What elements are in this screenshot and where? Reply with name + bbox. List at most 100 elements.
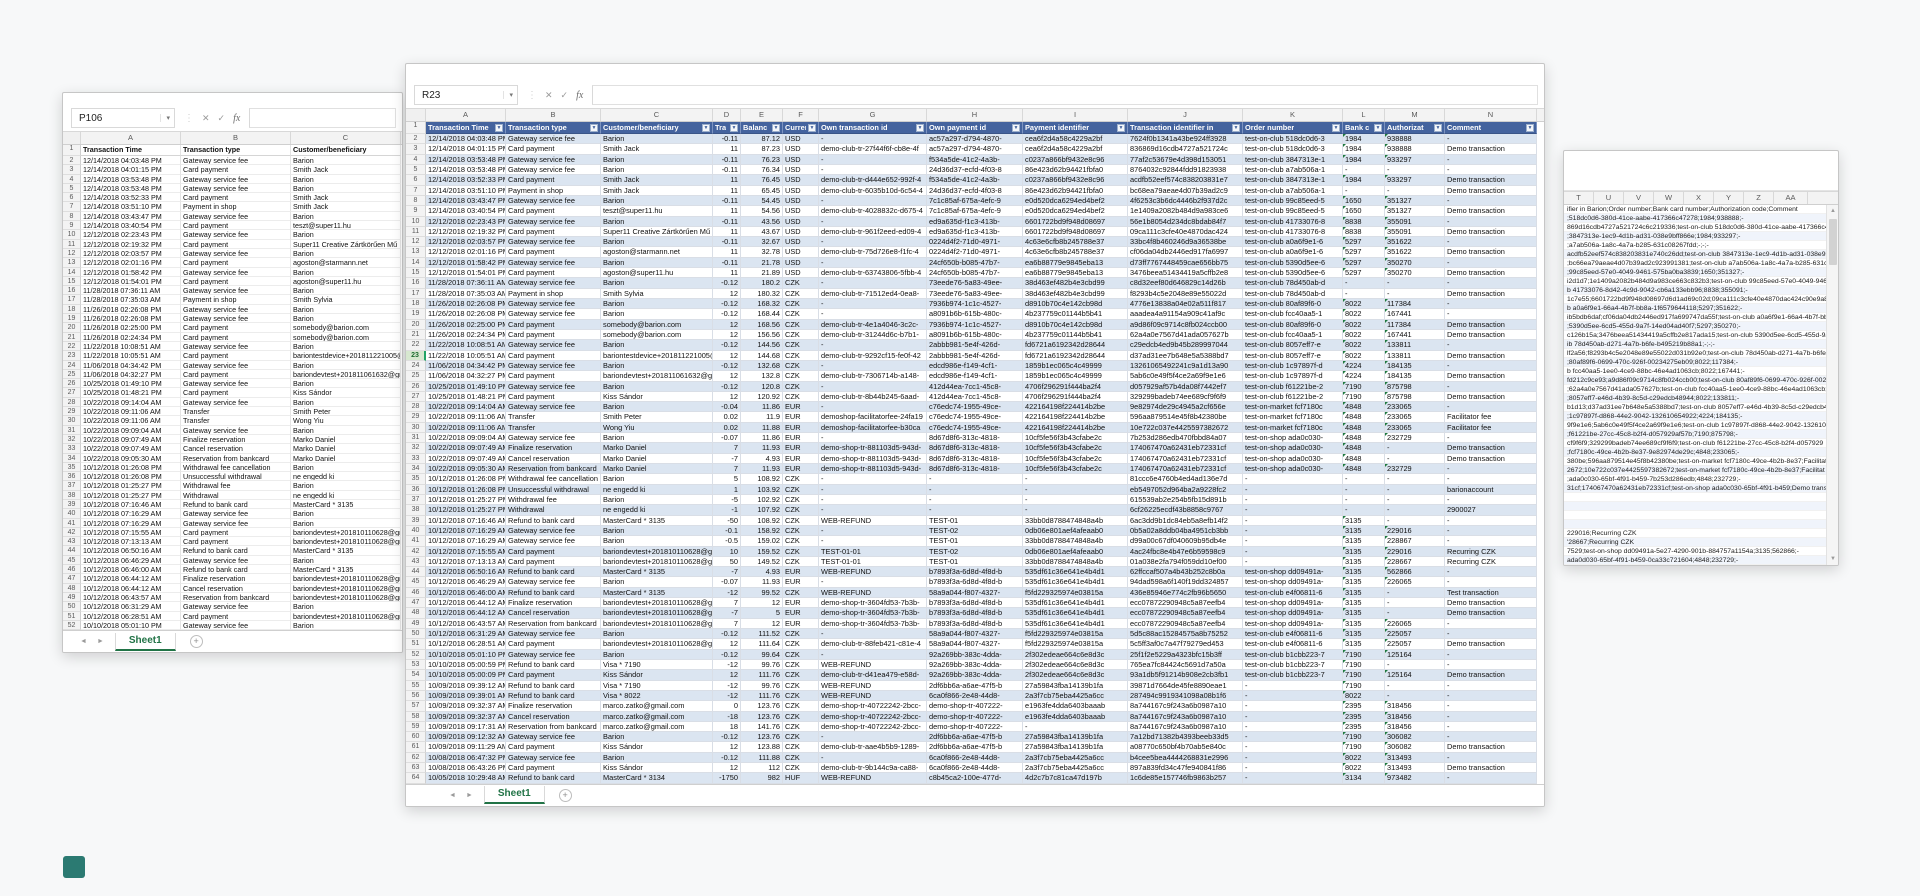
cell[interactable]: edcd986e-f149-4cf1- — [927, 371, 1023, 381]
cell[interactable]: 174067470a62431eb72331cf — [1128, 454, 1243, 464]
cell[interactable]: -0.12 — [713, 278, 741, 288]
row-number[interactable]: 34 — [406, 464, 426, 474]
cell[interactable]: - — [1243, 681, 1343, 691]
cell[interactable]: 1984 — [1343, 155, 1385, 165]
cell[interactable]: -1 — [713, 505, 741, 515]
cell[interactable]: 3135 — [1343, 619, 1385, 629]
row-number[interactable]: 25 — [63, 370, 81, 379]
cell[interactable]: 12 — [713, 742, 741, 752]
cell[interactable]: 125164 — [1385, 670, 1445, 680]
row-number[interactable]: 23 — [406, 351, 426, 361]
cell[interactable]: - — [1445, 165, 1537, 175]
cell[interactable]: 11/28/2018 07:36:11 AM — [81, 286, 181, 295]
row-number[interactable]: 48 — [406, 608, 426, 618]
cell[interactable]: 10/12/2018 06:50:16 AM — [81, 546, 181, 555]
cell[interactable]: - — [1445, 237, 1537, 247]
cell[interactable]: demo-club-tr-63743806-5fbb-4 — [819, 268, 927, 278]
cell[interactable]: - — [819, 433, 927, 443]
column-header[interactable]: Own payment id▼ — [927, 122, 1023, 134]
cell[interactable]: 12/14/2018 03:53:48 PM — [81, 175, 181, 184]
overflow-text-line[interactable]: ;fcf7180c-49ce-4b2b-8e37-9e82974de29c;48… — [1564, 448, 1826, 457]
cell[interactable]: 168.32 — [741, 299, 783, 309]
cell[interactable]: Demo transaction — [1445, 320, 1537, 330]
cell[interactable]: 24d36d37-ecfd-4f03-8 — [927, 165, 1023, 175]
cell[interactable]: -0.5 — [713, 536, 741, 546]
cell[interactable]: 94dad598a6f140f19dd324857 — [1128, 577, 1243, 587]
column-letter-J[interactable]: J — [1128, 109, 1243, 121]
cell[interactable]: Gateway service fee — [506, 196, 601, 206]
cell[interactable]: Withdrawal fee cancellation — [181, 463, 291, 472]
cell[interactable]: 12 — [741, 598, 783, 608]
cell[interactable]: 1 — [713, 485, 741, 495]
row-number[interactable]: 31 — [406, 433, 426, 443]
cell[interactable]: 12 — [713, 763, 741, 773]
row-number[interactable]: 50 — [406, 629, 426, 639]
row-number[interactable]: 43 — [63, 537, 81, 546]
cell[interactable]: 229016 — [1385, 547, 1445, 557]
cell[interactable]: Marko Daniel — [291, 444, 401, 453]
cell[interactable]: 62ffccaf507a4b43b252c8b0a — [1128, 567, 1243, 577]
cell[interactable]: Gateway service fee — [181, 426, 291, 435]
cell[interactable]: 6ac3dd9b1dc84eb5a8efb14f2 — [1128, 516, 1243, 526]
cell[interactable]: Barion — [291, 184, 401, 193]
cell[interactable]: Barion — [291, 398, 401, 407]
cell[interactable]: CZK — [783, 474, 819, 484]
cell[interactable]: Unsuccessful withdrawal — [181, 472, 291, 481]
row-number[interactable]: 3 — [406, 144, 426, 154]
cell[interactable]: Gateway service fee — [506, 299, 601, 309]
cell[interactable]: CZK — [783, 691, 819, 701]
cell[interactable]: - — [1243, 732, 1343, 742]
column-letter-AA[interactable]: AA — [1774, 192, 1808, 204]
row-number[interactable]: 52 — [406, 650, 426, 660]
cell[interactable]: Demo transaction — [1445, 351, 1537, 361]
cell[interactable]: ac57a297-d794-4870- — [927, 144, 1023, 154]
cell[interactable]: 1984 — [1343, 134, 1385, 144]
cell[interactable]: Demo transaction — [1445, 186, 1537, 196]
cell[interactable]: 10/08/2018 06:47:32 PM — [426, 753, 506, 763]
cell[interactable]: b7893f3a-6d8d-4f8d-b — [927, 619, 1023, 629]
cell[interactable]: 10/12/2018 01:25:27 PM — [81, 491, 181, 500]
row-number[interactable]: 51 — [406, 639, 426, 649]
cell[interactable]: 4848 — [1343, 402, 1385, 412]
row-number[interactable]: 61 — [406, 742, 426, 752]
cell[interactable]: 10/12/2018 01:25:27 PM — [81, 481, 181, 490]
cell[interactable]: 10/22/2018 09:11:06 AM — [81, 416, 181, 425]
cell[interactable]: CZK — [783, 361, 819, 371]
cell[interactable]: Barion — [291, 230, 401, 239]
cell[interactable]: 93a1db5f91214b908e2cb3fb1 — [1128, 670, 1243, 680]
overflow-text-line[interactable]: ada0d030-65bf-4f91-b459-0ca33c721604;484… — [1564, 556, 1826, 565]
cell[interactable]: e0d520dca6294ed4bef2 — [1023, 196, 1128, 206]
row-number[interactable]: 13 — [406, 247, 426, 257]
cell[interactable]: demo-club-tr-31244d6c-b7b1- — [819, 330, 927, 340]
cell[interactable]: Marko Daniel — [291, 435, 401, 444]
cell[interactable]: 2abbb981-5e4f-426d- — [927, 351, 1023, 361]
cell[interactable]: 10/25/2018 01:48:21 PM — [81, 388, 181, 397]
cell[interactable]: USD — [783, 268, 819, 278]
cell[interactable]: Gateway service fee — [506, 382, 601, 392]
header-cell[interactable]: Customer/beneficiary — [291, 145, 401, 156]
cell[interactable]: d8910b70c4e142cb98d — [1023, 320, 1128, 330]
cell[interactable]: 1650 — [1343, 196, 1385, 206]
cell[interactable]: Reservation from bankcard — [506, 722, 601, 732]
cell[interactable]: 1984 — [1343, 144, 1385, 154]
cell[interactable]: 10cf5fe56f3b43cfabe2c — [1023, 433, 1128, 443]
row-number[interactable]: 58 — [406, 712, 426, 722]
cell[interactable]: 4848 — [1343, 443, 1385, 453]
cell[interactable]: CZK — [783, 536, 819, 546]
cell[interactable]: 11 — [713, 206, 741, 216]
cell[interactable]: Barion — [291, 305, 401, 314]
cell[interactable]: 318456 — [1385, 722, 1445, 732]
cell[interactable]: Card payment — [181, 333, 291, 342]
row-number[interactable]: 52 — [63, 621, 81, 630]
cell[interactable]: 159.52 — [741, 547, 783, 557]
cell[interactable]: demo-club-tr-75d726e8-f1fc-4 — [819, 247, 927, 257]
row-number[interactable]: 8 — [63, 212, 81, 221]
cell[interactable]: Barion — [601, 165, 713, 175]
cell[interactable]: 10/22/2018 09:05:30 AM — [81, 454, 181, 463]
cell[interactable]: 6601722bd9f948d08697 — [1023, 227, 1128, 237]
row-number[interactable]: 42 — [63, 528, 81, 537]
row-number[interactable]: 26 — [63, 379, 81, 388]
cell[interactable]: Withdrawal — [506, 505, 601, 515]
overflow-text-line[interactable]: ib 78d450ab-d271-4a7b-b6fe-b495219b88a1;… — [1564, 340, 1826, 349]
row-number[interactable]: 40 — [406, 526, 426, 536]
